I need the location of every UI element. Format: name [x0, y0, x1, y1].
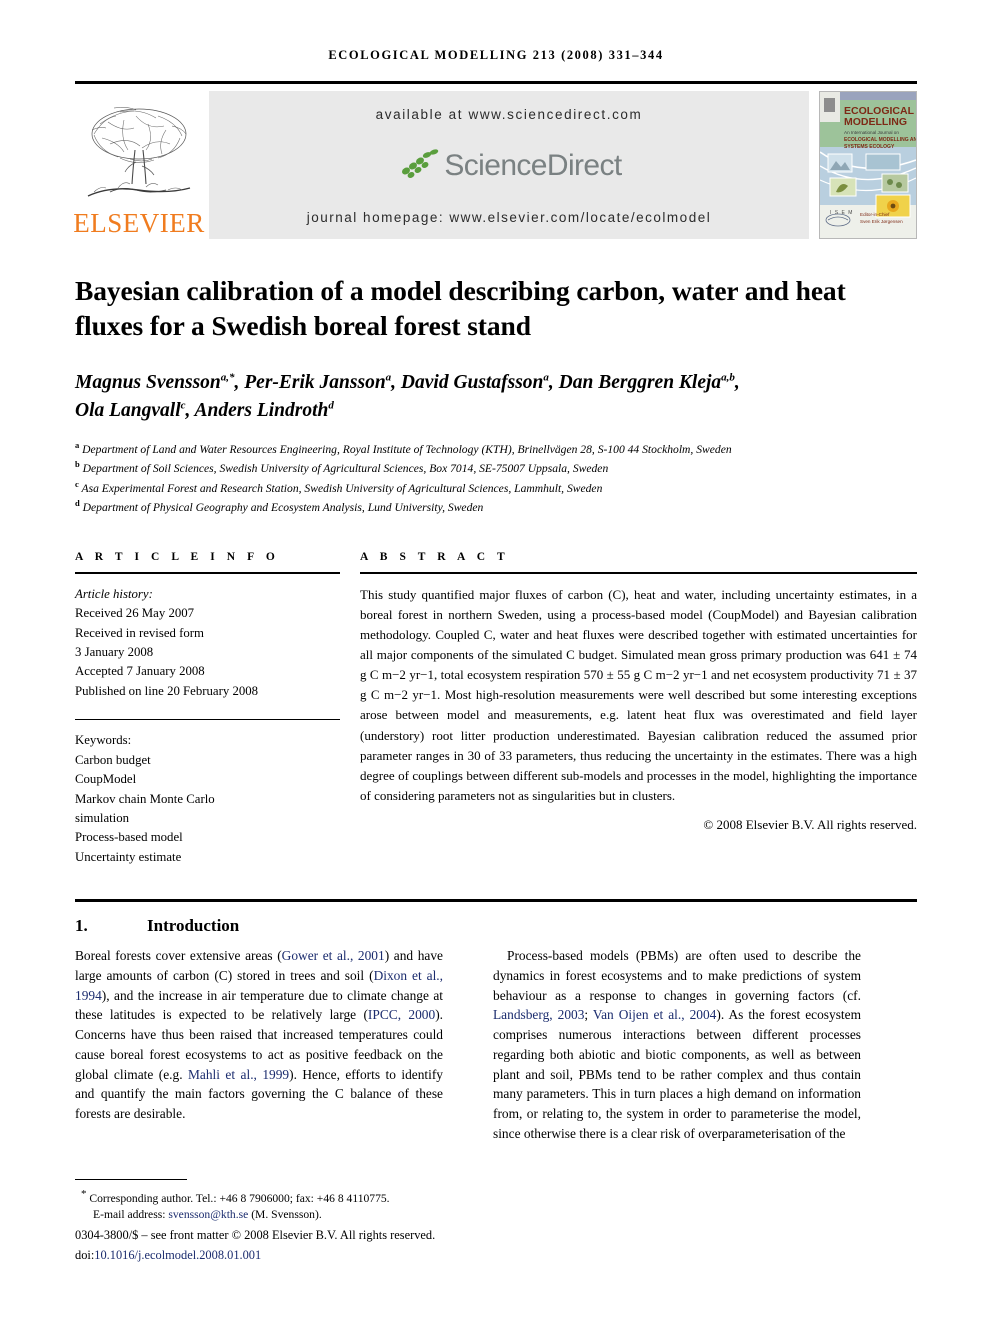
- article-title: Bayesian calibration of a model describi…: [75, 275, 846, 342]
- keyword-item[interactable]: CoupModel: [75, 770, 340, 789]
- affiliation-marker: d: [75, 498, 80, 509]
- svg-text:MODELLING: MODELLING: [844, 116, 907, 128]
- imprint-line: 0304-3800/$ – see front matter © 2008 El…: [75, 1227, 436, 1242]
- doi-label: doi:: [75, 1248, 95, 1263]
- affiliation-item: a Department of Land and Water Resources…: [75, 439, 917, 458]
- affiliation-item: b Department of Soil Sciences, Swedish U…: [75, 458, 917, 477]
- corresponding-author-label: Corresponding author.: [89, 1191, 194, 1205]
- svg-text:Editor-in-Chief: Editor-in-Chief: [860, 212, 890, 217]
- author-name[interactable]: Per-Erik Jansson: [244, 372, 385, 393]
- author-affil-marker: a: [385, 371, 392, 384]
- sciencedirect-leaf-icon: [396, 147, 440, 186]
- sciencedirect-banner: available at www.sciencedirect.com Scien…: [209, 91, 809, 239]
- sciencedirect-wordmark: ScienceDirect: [444, 149, 622, 182]
- email-owner: (M. Svensson).: [251, 1208, 322, 1222]
- corresponding-author-line: * Corresponding author. Tel.: +46 8 7906…: [75, 1187, 495, 1207]
- affiliation-marker: b: [75, 459, 80, 470]
- elsevier-logo: ELSEVIER: [73, 91, 205, 239]
- article-history-item: Received 26 May 2007: [75, 606, 195, 621]
- affiliation-text: Department of Soil Sciences, Swedish Uni…: [82, 462, 609, 476]
- author-name[interactable]: Ola Langvall: [75, 400, 181, 421]
- citation-link[interactable]: Landsberg, 2003: [493, 1007, 584, 1022]
- body-columns: Boreal forests cover extensive areas (Go…: [75, 946, 917, 1153]
- author-name[interactable]: David Gustafsson: [401, 372, 543, 393]
- author-name[interactable]: Dan Berggren Kleja: [559, 372, 722, 393]
- keyword-item[interactable]: simulation: [75, 809, 340, 828]
- author-name[interactable]: Anders Lindroth: [195, 400, 329, 421]
- journal-homepage-text[interactable]: journal homepage: www.elsevier.com/locat…: [307, 210, 711, 225]
- keyword-item[interactable]: Process-based model: [75, 828, 340, 847]
- article-info-column: A R T I C L E I N F O Article history: R…: [75, 551, 340, 868]
- affiliation-item: c Asa Experimental Forest and Research S…: [75, 478, 917, 497]
- author-list: Magnus Svenssona,*, Per-Erik Janssona, D…: [75, 371, 740, 422]
- available-at-text: available at www.sciencedirect.com: [375, 107, 643, 122]
- article-history-item: Accepted 7 January 2008: [75, 664, 205, 679]
- keywords-label: Keywords:: [75, 733, 132, 748]
- svg-text:SYSTEMS ECOLOGY: SYSTEMS ECOLOGY: [844, 144, 895, 150]
- corresponding-author-marker: *: [81, 1188, 87, 1201]
- citation-link[interactable]: Gower et al., 2001: [282, 948, 385, 963]
- article-history-item: Published on line 20 February 2008: [75, 683, 259, 698]
- elsevier-tree-icon: [80, 104, 198, 208]
- section-heading-introduction: 1. Introduction: [75, 916, 917, 936]
- corresponding-author-contact: Tel.: +46 8 7906000; fax: +46 8 4110775.: [195, 1191, 390, 1205]
- section-number: 1.: [75, 916, 88, 936]
- article-page: ECOLOGICAL MODELLING 213 (2008) 331–344: [0, 0, 992, 1323]
- svg-text:I S E M: I S E M: [830, 210, 853, 216]
- keyword-item[interactable]: Uncertainty estimate: [75, 848, 340, 867]
- page-footnotes: * Corresponding author. Tel.: +46 8 7906…: [75, 1179, 495, 1265]
- paragraph-intro-right: Process-based models (PBMs) are often us…: [493, 948, 861, 1141]
- elsevier-wordmark: ELSEVIER: [73, 208, 205, 238]
- footnote-rule: [75, 1179, 187, 1181]
- doi-link[interactable]: 10.1016/j.ecolmodel.2008.01.001: [94, 1248, 261, 1262]
- affiliation-text: Department of Land and Water Resources E…: [82, 442, 732, 456]
- author-affil-marker: a: [543, 371, 549, 384]
- running-head: ECOLOGICAL MODELLING 213 (2008) 331–344: [328, 48, 664, 62]
- affiliation-text: Department of Physical Geography and Eco…: [82, 501, 484, 515]
- abstract-text: This study quantified major fluxes of ca…: [360, 586, 917, 804]
- affiliation-list: a Department of Land and Water Resources…: [75, 439, 917, 517]
- keyword-item[interactable]: Markov chain Monte Carlo: [75, 790, 340, 809]
- svg-text:An International Journal on: An International Journal on: [844, 130, 899, 135]
- svg-text:Sven Erik Jørgensen: Sven Erik Jørgensen: [860, 219, 903, 224]
- author-name[interactable]: Magnus Svensson: [75, 372, 221, 393]
- article-history-label: Article history:: [75, 586, 153, 601]
- article-history-item: 3 January 2008: [75, 644, 154, 659]
- affiliation-marker: c: [75, 478, 79, 489]
- section-title: Introduction: [147, 916, 240, 936]
- sciencedirect-logo[interactable]: ScienceDirect: [396, 147, 622, 186]
- email-label: E-mail address:: [93, 1208, 166, 1222]
- citation-link[interactable]: Van Oijen et al., 2004: [593, 1007, 716, 1022]
- author-affil-marker: a,*: [220, 371, 235, 384]
- journal-masthead: ELSEVIER available at www.sciencedirect.…: [73, 81, 917, 239]
- citation-link[interactable]: IPCC, 2000: [368, 1007, 435, 1022]
- abstract-column: A B S T R A C T This study quantified ma…: [360, 551, 917, 868]
- paragraph-intro-left: Boreal forests cover extensive areas (Go…: [75, 948, 444, 1121]
- body-separator-rule: [75, 899, 917, 903]
- keywords-block: Keywords: Carbon budget CoupModel Markov…: [75, 720, 340, 867]
- affiliation-marker: a: [75, 439, 80, 450]
- article-history-block: Article history: Received 26 May 2007 Re…: [75, 574, 340, 702]
- citation-link[interactable]: Dixon et al., 1994: [75, 968, 443, 1003]
- article-info-heading: A R T I C L E I N F O: [75, 550, 280, 563]
- author-affil-marker: d: [328, 399, 334, 412]
- affiliation-item: d Department of Physical Geography and E…: [75, 497, 917, 516]
- author-affil-marker: c: [180, 399, 186, 412]
- svg-text:ECOLOGICAL MODELLING AND: ECOLOGICAL MODELLING AND: [844, 137, 916, 143]
- keyword-item[interactable]: Carbon budget: [75, 751, 340, 770]
- abstract-copyright: © 2008 Elsevier B.V. All rights reserved…: [703, 817, 917, 833]
- body-column-left: Boreal forests cover extensive areas (Go…: [75, 946, 443, 1153]
- body-column-right: Process-based models (PBMs) are often us…: [493, 946, 861, 1153]
- info-abstract-region: A R T I C L E I N F O Article history: R…: [75, 551, 917, 868]
- email-link[interactable]: svensson@kth.se: [168, 1208, 248, 1221]
- citation-link[interactable]: Mahli et al., 1999: [188, 1067, 289, 1082]
- author-affil-marker: a,b: [721, 371, 735, 384]
- abstract-heading: A B S T R A C T: [360, 550, 510, 563]
- doi-line: doi:10.1016/j.ecolmodel.2008.01.001: [75, 1247, 495, 1265]
- article-history-item: Received in revised form: [75, 625, 204, 640]
- affiliation-text: Asa Experimental Forest and Research Sta…: [81, 481, 603, 495]
- email-line: E-mail address: svensson@kth.se (M. Sven…: [75, 1207, 495, 1223]
- journal-cover-thumbnail[interactable]: ECOLOGICAL MODELLING An International Jo…: [819, 91, 917, 239]
